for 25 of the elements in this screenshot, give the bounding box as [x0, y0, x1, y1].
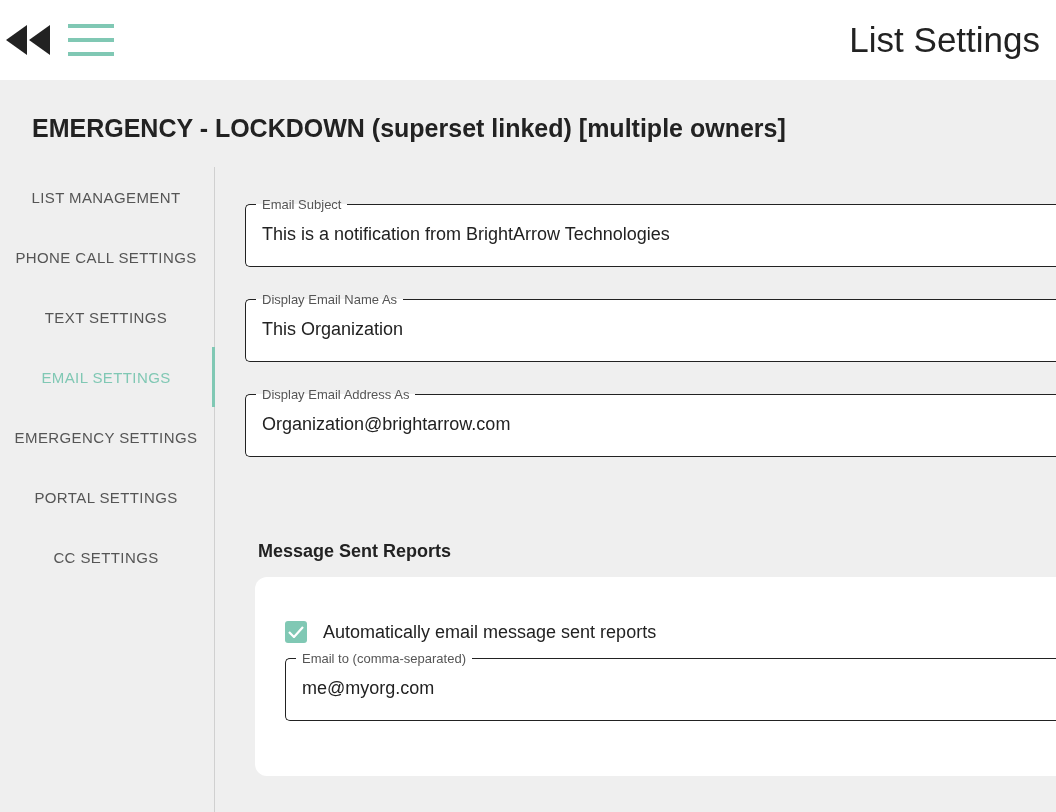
text-field[interactable]: Display Email Address As Organization@brightarrow.com [245, 387, 1056, 457]
input-field[interactable]: This is a notification from BrightArrow Technologies [262, 212, 1040, 245]
section-heading: Message Sent Reports [258, 541, 453, 562]
input-field[interactable]: Organization@brightarrow.com [262, 402, 1040, 435]
sidebar-item[interactable]: LIST MANAGEMENT [0, 167, 215, 227]
rewind-icon[interactable] [6, 25, 52, 55]
sidebar-item[interactable]: EMERGENCY SETTINGS [0, 407, 215, 467]
menu-icon[interactable] [68, 24, 114, 56]
checkbox[interactable] [285, 621, 307, 643]
text-field[interactable]: Email to (comma-separated) me@myorg.com [285, 651, 1056, 721]
field-label: Display Email Address As [261, 387, 411, 402]
field-label: Display Email Name As [261, 292, 399, 307]
text-field[interactable]: Email Subject This is a notification from BrightArrow Technologies [245, 197, 1056, 267]
sidebar-item[interactable]: TEXT SETTINGS [0, 287, 215, 347]
field-label: Email to (comma-separated) [301, 651, 467, 666]
text-field[interactable]: Display Email Name As This Organization [245, 292, 1056, 362]
sidebar-item[interactable]: CC SETTINGS [0, 527, 215, 587]
sidebar-item[interactable]: PORTAL SETTINGS [0, 467, 215, 527]
input-field[interactable]: This Organization [262, 307, 1040, 340]
page-title: List Settings [849, 20, 1040, 60]
sidebar-item[interactable]: PHONE CALL SETTINGS [0, 227, 215, 287]
checkbox-label: Automatically email message sent reports [323, 621, 657, 643]
input-field[interactable]: me@myorg.com [302, 666, 1040, 699]
field-label: Email Subject [261, 197, 343, 212]
list-title: EMERGENCY - LOCKDOWN (superset linked) [multiple owners] [31, 113, 787, 144]
